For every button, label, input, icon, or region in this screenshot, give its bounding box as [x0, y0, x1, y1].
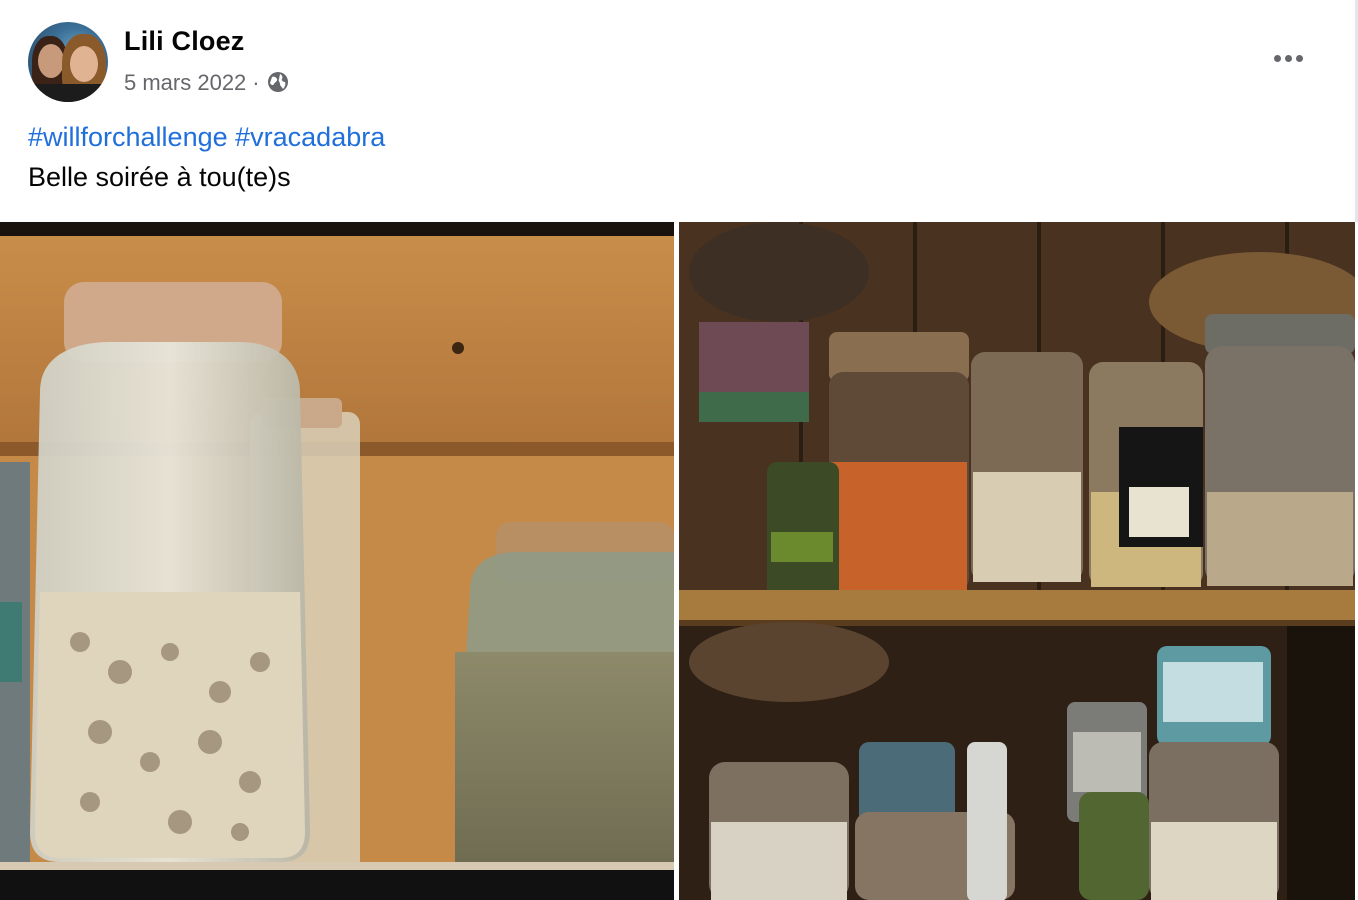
photo-pantry-shelves[interactable]	[679, 222, 1355, 900]
post-text: Belle soirée à tou(te)s	[28, 162, 291, 192]
meta-separator: ·	[252, 70, 260, 95]
hashtag-link-2[interactable]: #vracadabra	[235, 122, 385, 152]
post-date[interactable]: 5 mars 2022	[124, 70, 246, 96]
hashtags: #willforchallenge #vracadabra	[28, 122, 385, 153]
globe-icon	[266, 66, 290, 100]
post-meta: 5 mars 2022 ·	[124, 66, 290, 100]
more-options-icon[interactable]	[1268, 44, 1308, 72]
avatar[interactable]	[28, 22, 108, 102]
hashtag-link-1[interactable]: #willforchallenge	[28, 122, 228, 152]
photo-jars-closeup[interactable]	[0, 222, 674, 900]
author-name[interactable]: Lili Cloez	[124, 26, 245, 57]
